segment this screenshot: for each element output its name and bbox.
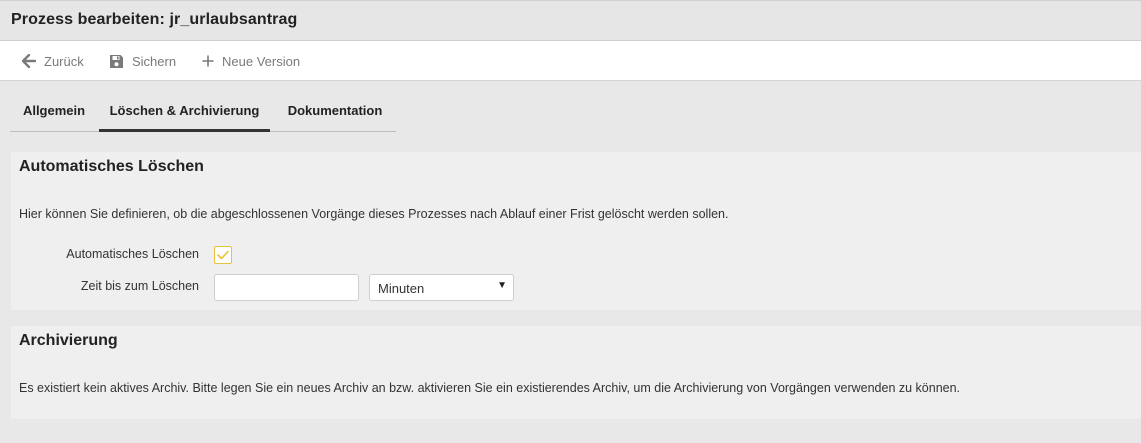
tab-dokumentation[interactable]: Dokumentation — [275, 93, 395, 132]
time-until-delete-input[interactable] — [214, 274, 359, 301]
tab-bar: Allgemein Löschen & Archivierung Dokumen… — [10, 93, 396, 132]
tab-loeschen-archivierung[interactable]: Löschen & Archivierung — [99, 93, 270, 132]
auto-delete-panel: Automatisches Löschen Hier können Sie de… — [11, 152, 1141, 310]
floppy-disk-icon — [110, 54, 123, 68]
auto-delete-heading: Automatisches Löschen — [19, 158, 204, 175]
checkmark-icon — [217, 250, 229, 260]
back-button-label: Zurück — [44, 53, 84, 69]
new-version-button-label: Neue Version — [222, 53, 301, 69]
auto-delete-checkbox[interactable] — [214, 246, 232, 264]
save-button-label: Sichern — [132, 53, 177, 69]
back-button[interactable]: Zurück — [22, 41, 84, 81]
auto-delete-description: Hier können Sie definieren, ob die abges… — [19, 207, 729, 221]
archive-description: Es existiert kein aktives Archiv. Bitte … — [19, 381, 961, 395]
archive-heading: Archivierung — [19, 332, 118, 349]
time-until-delete-label: Zeit bis zum Löschen — [80, 279, 199, 293]
time-unit-selected-value: Minuten — [378, 281, 425, 296]
title-bar: Prozess bearbeiten: jr_urlaubsantrag — [0, 0, 1141, 41]
toolbar: Zurück Sichern Neue Version — [0, 41, 1141, 81]
chevron-down-icon: ▼ — [497, 280, 507, 291]
arrow-left-icon — [22, 54, 36, 68]
page-title: Prozess bearbeiten: jr_urlaubsantrag — [11, 11, 298, 28]
save-button[interactable]: Sichern — [109, 41, 176, 81]
plus-icon — [202, 55, 214, 67]
new-version-button[interactable]: Neue Version — [202, 41, 300, 81]
archive-panel: Archivierung Es existiert kein aktives A… — [11, 326, 1141, 419]
tab-allgemein[interactable]: Allgemein — [10, 93, 98, 132]
time-unit-select[interactable]: Minuten ▼ — [369, 274, 514, 301]
auto-delete-checkbox-label: Automatisches Löschen — [66, 247, 199, 261]
